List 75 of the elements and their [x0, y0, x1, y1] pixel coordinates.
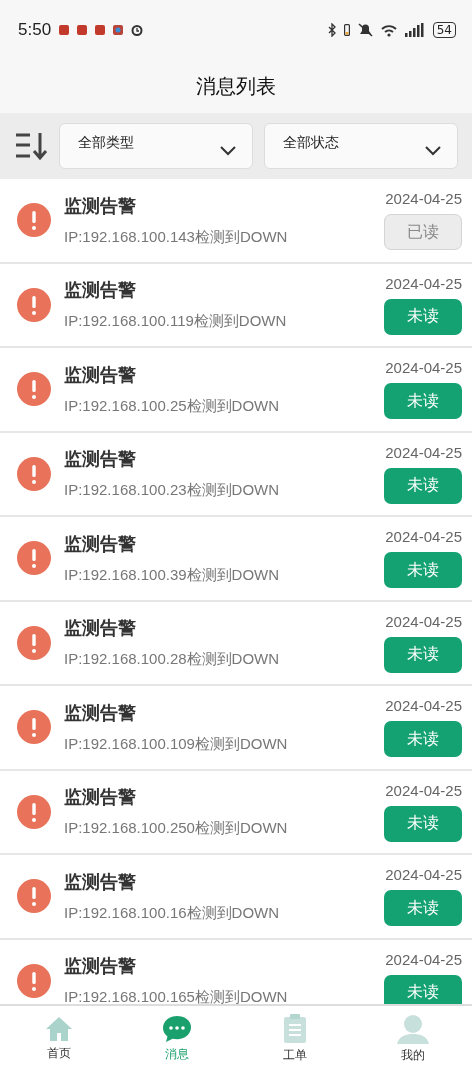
phone-battery-icon: [343, 24, 350, 36]
clipboard-icon: [283, 1013, 307, 1044]
message-date: 2024-04-25: [385, 866, 462, 884]
message-item[interactable]: 监测告警 IP:192.168.100.25检测到DOWN 2024-04-25 未读: [0, 348, 472, 433]
person-icon: [396, 1013, 430, 1044]
app-notification-icon: [77, 25, 88, 35]
message-detail: IP:192.168.100.16检测到DOWN: [64, 903, 281, 923]
chevron-down-icon: [220, 146, 236, 156]
alert-icon: [16, 709, 52, 746]
bluetooth-icon: [327, 23, 336, 37]
message-date: 2024-04-25: [385, 190, 462, 208]
message-item[interactable]: 监测告警 IP:192.168.100.109检测到DOWN 2024-04-25 未读: [0, 686, 472, 771]
message-title: 监测告警: [64, 700, 137, 725]
alert-icon: [16, 540, 52, 577]
message-detail: IP:192.168.100.119检测到DOWN: [64, 312, 288, 332]
message-detail: IP:192.168.100.25检测到DOWN: [64, 396, 281, 416]
filter-dropdown[interactable]: 全部状态: [264, 123, 458, 169]
message-title: 监测告警: [64, 954, 137, 979]
message-date: 2024-04-25: [385, 950, 462, 968]
message-item[interactable]: 监测告警 IP:192.168.100.23检测到DOWN 2024-04-25 未读: [0, 432, 472, 517]
signal-icon: [404, 23, 425, 37]
alert-icon: [16, 371, 52, 408]
sort-icon[interactable]: [14, 131, 48, 161]
message-detail: IP:192.168.100.23检测到DOWN: [64, 481, 281, 501]
message-detail: IP:192.168.100.165检测到DOWN: [64, 988, 289, 1004]
message-item[interactable]: 监测告警 IP:192.168.100.39检测到DOWN 2024-04-25 未读: [0, 517, 472, 602]
message-title: 监测告警: [64, 193, 137, 218]
message-detail: IP:192.168.100.109检测到DOWN: [64, 734, 289, 754]
alert-icon: [16, 878, 52, 915]
page-title: 消息列表: [196, 73, 276, 100]
filter-dropdown[interactable]: 全部类型: [59, 123, 253, 169]
message-title: 监测告警: [64, 447, 137, 472]
chat-icon: [162, 1014, 192, 1043]
message-date: 2024-04-25: [385, 612, 462, 630]
message-detail: IP:192.168.100.250检测到DOWN: [64, 819, 289, 839]
tab-item[interactable]: 工单: [236, 1006, 354, 1071]
message-detail: IP:192.168.100.143检测到DOWN: [64, 227, 289, 247]
home-icon: [45, 1015, 73, 1042]
message-title: 监测告警: [64, 278, 137, 303]
alert-icon: [16, 793, 52, 830]
message-title: 监测告警: [64, 785, 137, 810]
app-notification-icon: [95, 25, 106, 35]
message-title: 监测告警: [64, 531, 137, 556]
message-date: 2024-04-25: [385, 443, 462, 461]
message-title: 监测告警: [64, 362, 137, 387]
message-item[interactable]: 监测告警 IP:192.168.100.119检测到DOWN 2024-04-25 未读: [0, 263, 472, 348]
alarm-clock-icon: [131, 24, 144, 36]
message-item[interactable]: 监测告警 IP:192.168.100.16检测到DOWN 2024-04-25 未读: [0, 855, 472, 940]
message-title: 监测告警: [64, 616, 137, 641]
bell-muted-icon: [357, 23, 373, 37]
message-item[interactable]: 监测告警 IP:192.168.100.28检测到DOWN 2024-04-25 未读: [0, 601, 472, 686]
alert-icon: [16, 962, 52, 999]
wifi-icon: [380, 23, 397, 37]
alert-icon: [16, 455, 52, 492]
message-date: 2024-04-25: [385, 528, 462, 546]
tab-item[interactable]: 我的: [354, 1006, 472, 1071]
app-notification-icon: [59, 25, 70, 35]
tab-item[interactable]: 首页: [0, 1006, 118, 1071]
alert-icon: [16, 286, 52, 323]
status-time: 5:50: [18, 20, 52, 40]
message-date: 2024-04-25: [385, 697, 462, 715]
message-item[interactable]: 监测告警 IP:192.168.100.143检测到DOWN 2024-04-25 已读: [0, 179, 472, 264]
alert-icon: [16, 624, 52, 661]
message-date: 2024-04-25: [385, 274, 462, 292]
message-date: 2024-04-25: [385, 359, 462, 377]
alert-icon: [16, 202, 52, 239]
message-date: 2024-04-25: [385, 781, 462, 799]
message-title: 监测告警: [64, 869, 137, 894]
message-item[interactable]: 监测告警 IP:192.168.100.250检测到DOWN 2024-04-25 未读: [0, 770, 472, 855]
tab-item[interactable]: 消息: [118, 1006, 236, 1071]
chevron-down-icon: [425, 146, 441, 156]
battery-level: 54: [432, 22, 456, 38]
message-detail: IP:192.168.100.28检测到DOWN: [64, 650, 281, 670]
message-detail: IP:192.168.100.39检测到DOWN: [64, 565, 281, 585]
app-notification-icon: [113, 25, 124, 35]
